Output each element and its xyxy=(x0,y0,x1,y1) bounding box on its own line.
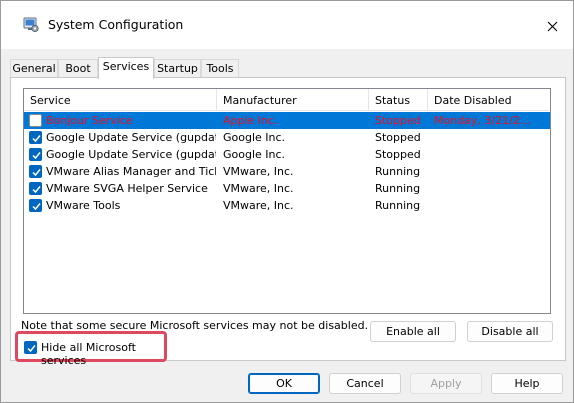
service-name: VMware Alias Manager and Ticke... xyxy=(46,165,216,178)
service-status: Running xyxy=(375,199,421,212)
service-checkbox[interactable] xyxy=(29,165,42,178)
column-header-manufacturer[interactable]: Manufacturer xyxy=(217,89,369,111)
close-icon xyxy=(547,21,557,31)
enable-all-button[interactable]: Enable all xyxy=(370,321,456,342)
table-row[interactable]: Google Update Service (gupdatem) Google … xyxy=(24,146,550,163)
tab-startup[interactable]: Startup xyxy=(154,59,201,78)
service-status: Running xyxy=(375,165,421,178)
service-manufacturer: Apple Inc. xyxy=(223,114,278,127)
service-date-disabled xyxy=(434,146,539,163)
service-name: Google Update Service (gupdatem) xyxy=(46,148,216,161)
tab-general[interactable]: General xyxy=(10,59,58,78)
services-panel: Service Manufacturer Status Date Disable… xyxy=(10,77,566,361)
service-status: Stopped xyxy=(375,131,421,144)
cancel-button[interactable]: Cancel xyxy=(329,373,401,394)
service-checkbox[interactable] xyxy=(29,199,42,212)
service-checkbox[interactable] xyxy=(29,114,42,127)
table-row[interactable]: Google Update Service (gupdate) Google I… xyxy=(24,129,550,146)
hide-ms-services-label[interactable]: Hide all Microsoft services xyxy=(41,341,164,367)
service-manufacturer: VMware, Inc. xyxy=(223,182,294,195)
help-button[interactable]: Help xyxy=(491,373,563,394)
column-header-service[interactable]: Service xyxy=(24,89,217,111)
service-date-disabled xyxy=(434,180,539,197)
service-status: Stopped xyxy=(375,148,421,161)
hide-ms-services-highlight: Hide all Microsoft services xyxy=(15,331,167,367)
table-row[interactable]: Bonjour Service Apple Inc. Stopped Monda… xyxy=(24,112,550,129)
service-checkbox[interactable] xyxy=(29,148,42,161)
service-date-disabled xyxy=(434,129,539,146)
table-row[interactable]: VMware Tools VMware, Inc. Running xyxy=(24,197,550,214)
service-checkbox[interactable] xyxy=(29,131,42,144)
close-button[interactable] xyxy=(537,13,567,39)
window-title: System Configuration xyxy=(48,17,184,32)
service-status: Stopped xyxy=(375,114,421,127)
service-manufacturer: VMware, Inc. xyxy=(223,199,294,212)
table-row[interactable]: VMware SVGA Helper Service VMware, Inc. … xyxy=(24,180,550,197)
apply-button[interactable]: Apply xyxy=(410,373,482,394)
service-name: VMware Tools xyxy=(46,199,121,212)
service-manufacturer: Google Inc. xyxy=(223,131,286,144)
disable-all-button[interactable]: Disable all xyxy=(467,321,553,342)
tab-boot[interactable]: Boot xyxy=(58,59,98,78)
tab-strip: General Boot Services Startup Tools xyxy=(1,57,573,79)
tab-label: Services xyxy=(102,60,150,73)
title-bar: System Configuration xyxy=(1,1,573,49)
ok-button[interactable]: OK xyxy=(248,373,320,394)
service-name: Bonjour Service xyxy=(46,114,133,127)
service-checkbox[interactable] xyxy=(29,182,42,195)
tab-label: Boot xyxy=(65,62,91,75)
service-status: Running xyxy=(375,182,421,195)
tab-label: Tools xyxy=(206,62,234,75)
list-header: Service Manufacturer Status Date Disable… xyxy=(24,89,550,111)
service-date-disabled xyxy=(434,197,539,214)
column-header-status[interactable]: Status xyxy=(369,89,428,111)
services-list[interactable]: Service Manufacturer Status Date Disable… xyxy=(23,88,551,314)
service-date-disabled xyxy=(434,163,539,180)
tab-services[interactable]: Services xyxy=(98,57,154,79)
tab-label: Startup xyxy=(157,62,198,75)
service-date-disabled: Monday, 3/21/2... xyxy=(434,114,531,127)
service-manufacturer: Google Inc. xyxy=(223,148,286,161)
tab-tools[interactable]: Tools xyxy=(201,59,239,78)
system-configuration-window: System Configuration General Boot Servic… xyxy=(0,0,574,403)
service-name: VMware SVGA Helper Service xyxy=(46,182,208,195)
tab-label: General xyxy=(12,62,56,75)
msconfig-app-icon xyxy=(23,17,39,33)
table-row[interactable]: VMware Alias Manager and Ticke... VMware… xyxy=(24,163,550,180)
service-manufacturer: VMware, Inc. xyxy=(223,165,294,178)
column-header-date-disabled[interactable]: Date Disabled xyxy=(428,89,550,111)
hide-ms-services-checkbox[interactable] xyxy=(24,341,37,354)
service-name: Google Update Service (gupdate) xyxy=(46,131,216,144)
